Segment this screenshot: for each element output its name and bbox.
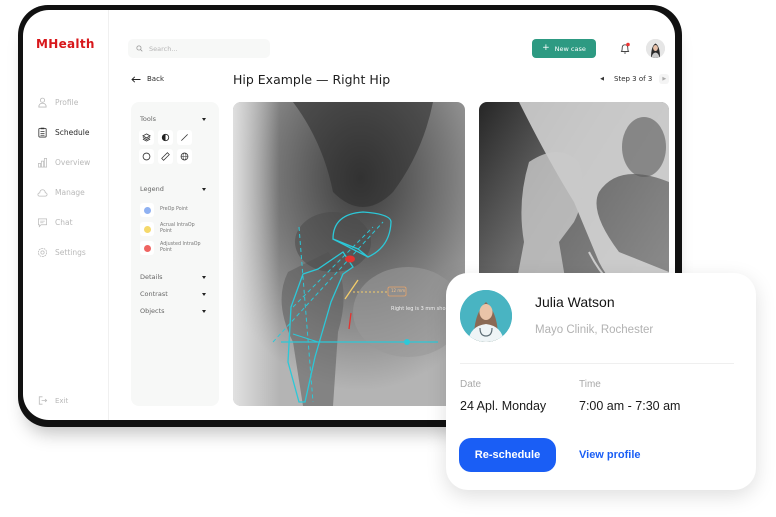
legend-dot bbox=[143, 225, 151, 233]
sidebar-item-manage[interactable]: Manage bbox=[37, 185, 85, 199]
back-button[interactable]: Back bbox=[131, 75, 164, 83]
circle-icon bbox=[142, 152, 151, 161]
tools-panel: Tools Legend PreOp Point Acrual IntraOp … bbox=[131, 102, 219, 406]
user-avatar[interactable] bbox=[646, 39, 665, 58]
tool-line[interactable] bbox=[177, 130, 192, 145]
sidebar-item-label: Overview bbox=[55, 157, 91, 167]
sidebar-item-profile[interactable]: Profile bbox=[37, 95, 78, 109]
brand-logo: MHealth bbox=[36, 37, 95, 51]
caret-down-icon bbox=[202, 309, 206, 313]
clipboard-icon bbox=[38, 127, 47, 137]
doctor-organization: Mayo Clinik, Rochester bbox=[535, 324, 654, 336]
tool-layers[interactable] bbox=[139, 130, 154, 145]
user-icon bbox=[38, 97, 47, 107]
bar-chart-icon bbox=[38, 157, 47, 167]
caret-down-icon bbox=[202, 117, 206, 121]
search-input[interactable]: Search... bbox=[128, 39, 270, 58]
sidebar-item-overview[interactable]: Overview bbox=[37, 155, 90, 169]
layers-icon bbox=[142, 133, 151, 142]
legend-item-label: Adjusted IntraOp Point bbox=[160, 242, 201, 253]
reschedule-button[interactable]: Re-schedule bbox=[459, 438, 556, 472]
tool-grid bbox=[139, 130, 192, 164]
sidebar-item-label: Manage bbox=[55, 187, 85, 197]
step-navigator: ◀ Step 3 of 3 ▶ bbox=[597, 74, 670, 84]
contrast-icon bbox=[161, 133, 170, 142]
plus-icon: + bbox=[542, 43, 550, 53]
gear-icon bbox=[37, 247, 48, 257]
tool-globe[interactable] bbox=[177, 149, 192, 164]
ruler-icon bbox=[161, 152, 170, 161]
tools-label: Tools bbox=[140, 115, 157, 123]
tool-contrast[interactable] bbox=[158, 130, 173, 145]
search-icon bbox=[136, 45, 143, 52]
page-title: Hip Example — Right Hip bbox=[233, 72, 391, 87]
tools-section-toggle[interactable]: Tools bbox=[140, 115, 206, 123]
sidebar-item-chat[interactable]: Chat bbox=[37, 215, 73, 229]
sidebar-item-label: Profile bbox=[55, 97, 79, 107]
legend-dot bbox=[143, 244, 151, 252]
doctor-avatar bbox=[460, 290, 512, 342]
sidebar-item-label: Schedule bbox=[55, 127, 90, 137]
new-case-label: New case bbox=[554, 44, 586, 53]
new-case-button[interactable]: + New case bbox=[532, 39, 596, 58]
tool-ruler[interactable] bbox=[158, 149, 173, 164]
details-label: Details bbox=[140, 273, 163, 281]
divider bbox=[460, 363, 734, 364]
step-label: Step 3 of 3 bbox=[614, 75, 653, 83]
sidebar: MHealth Profile Schedule Overview Manage… bbox=[23, 10, 109, 420]
sidebar-item-label: Settings bbox=[55, 247, 86, 257]
doctor-name: Julia Watson bbox=[535, 294, 615, 310]
arrow-left-icon bbox=[131, 75, 141, 83]
globe-icon bbox=[180, 152, 189, 161]
exit-button[interactable]: Exit bbox=[37, 395, 68, 406]
legend-item-adjusted-intraop: Adjusted IntraOp Point bbox=[140, 241, 206, 255]
exit-label: Exit bbox=[55, 396, 69, 405]
date-label: Date bbox=[460, 379, 482, 390]
sidebar-item-label: Chat bbox=[55, 217, 73, 227]
measurement-handle[interactable] bbox=[404, 339, 410, 345]
legend-label: Legend bbox=[140, 185, 164, 193]
annotation-text: Right leg is 3 mm sho bbox=[391, 306, 446, 312]
search-placeholder: Search... bbox=[149, 44, 178, 53]
objects-section-toggle[interactable]: Objects bbox=[140, 307, 206, 315]
date-value: 24 Apl. Monday bbox=[460, 399, 547, 413]
annotated-xray-image[interactable]: 12 mm Right leg is 3 mm sho bbox=[233, 102, 465, 406]
legend-section-toggle[interactable]: Legend bbox=[140, 185, 206, 193]
appointment-card: Julia Watson Mayo Clinik, Rochester Date… bbox=[446, 273, 756, 490]
prev-step-button[interactable]: ◀ bbox=[597, 74, 607, 84]
legend-swatch bbox=[140, 241, 154, 255]
measurement-label: 12 mm bbox=[391, 288, 406, 293]
contrast-label: Contrast bbox=[140, 290, 168, 298]
cloud-icon bbox=[37, 188, 48, 197]
chat-icon bbox=[38, 217, 47, 228]
notification-bell-icon[interactable] bbox=[619, 42, 631, 55]
legend-item-label: Acrual IntraOp Point bbox=[160, 223, 195, 234]
legend-dot bbox=[143, 206, 151, 214]
time-value: 7:00 am - 7:30 am bbox=[579, 399, 681, 413]
contrast-section-toggle[interactable]: Contrast bbox=[140, 290, 206, 298]
sidebar-item-settings[interactable]: Settings bbox=[37, 245, 86, 259]
caret-down-icon bbox=[202, 275, 206, 279]
caret-down-icon bbox=[202, 292, 206, 296]
legend-item-actual-intraop: Acrual IntraOp Point bbox=[140, 222, 206, 236]
avatar-photo bbox=[646, 39, 665, 58]
time-label: Time bbox=[579, 379, 601, 390]
doctor-photo bbox=[460, 290, 512, 342]
legend-swatch bbox=[140, 222, 154, 236]
objects-label: Objects bbox=[140, 307, 165, 315]
view-profile-link[interactable]: View profile bbox=[579, 449, 641, 461]
back-label: Back bbox=[147, 75, 164, 83]
exit-icon bbox=[38, 396, 48, 405]
details-section-toggle[interactable]: Details bbox=[140, 273, 206, 281]
tool-circle[interactable] bbox=[139, 149, 154, 164]
legend-item-preop: PreOp Point bbox=[140, 203, 206, 217]
line-icon bbox=[181, 134, 188, 141]
caret-down-icon bbox=[202, 187, 206, 191]
next-step-button[interactable]: ▶ bbox=[659, 74, 670, 84]
legend-item-label: PreOp Point bbox=[160, 207, 188, 212]
sidebar-item-schedule[interactable]: Schedule bbox=[37, 125, 89, 139]
legend-swatch bbox=[140, 203, 154, 217]
